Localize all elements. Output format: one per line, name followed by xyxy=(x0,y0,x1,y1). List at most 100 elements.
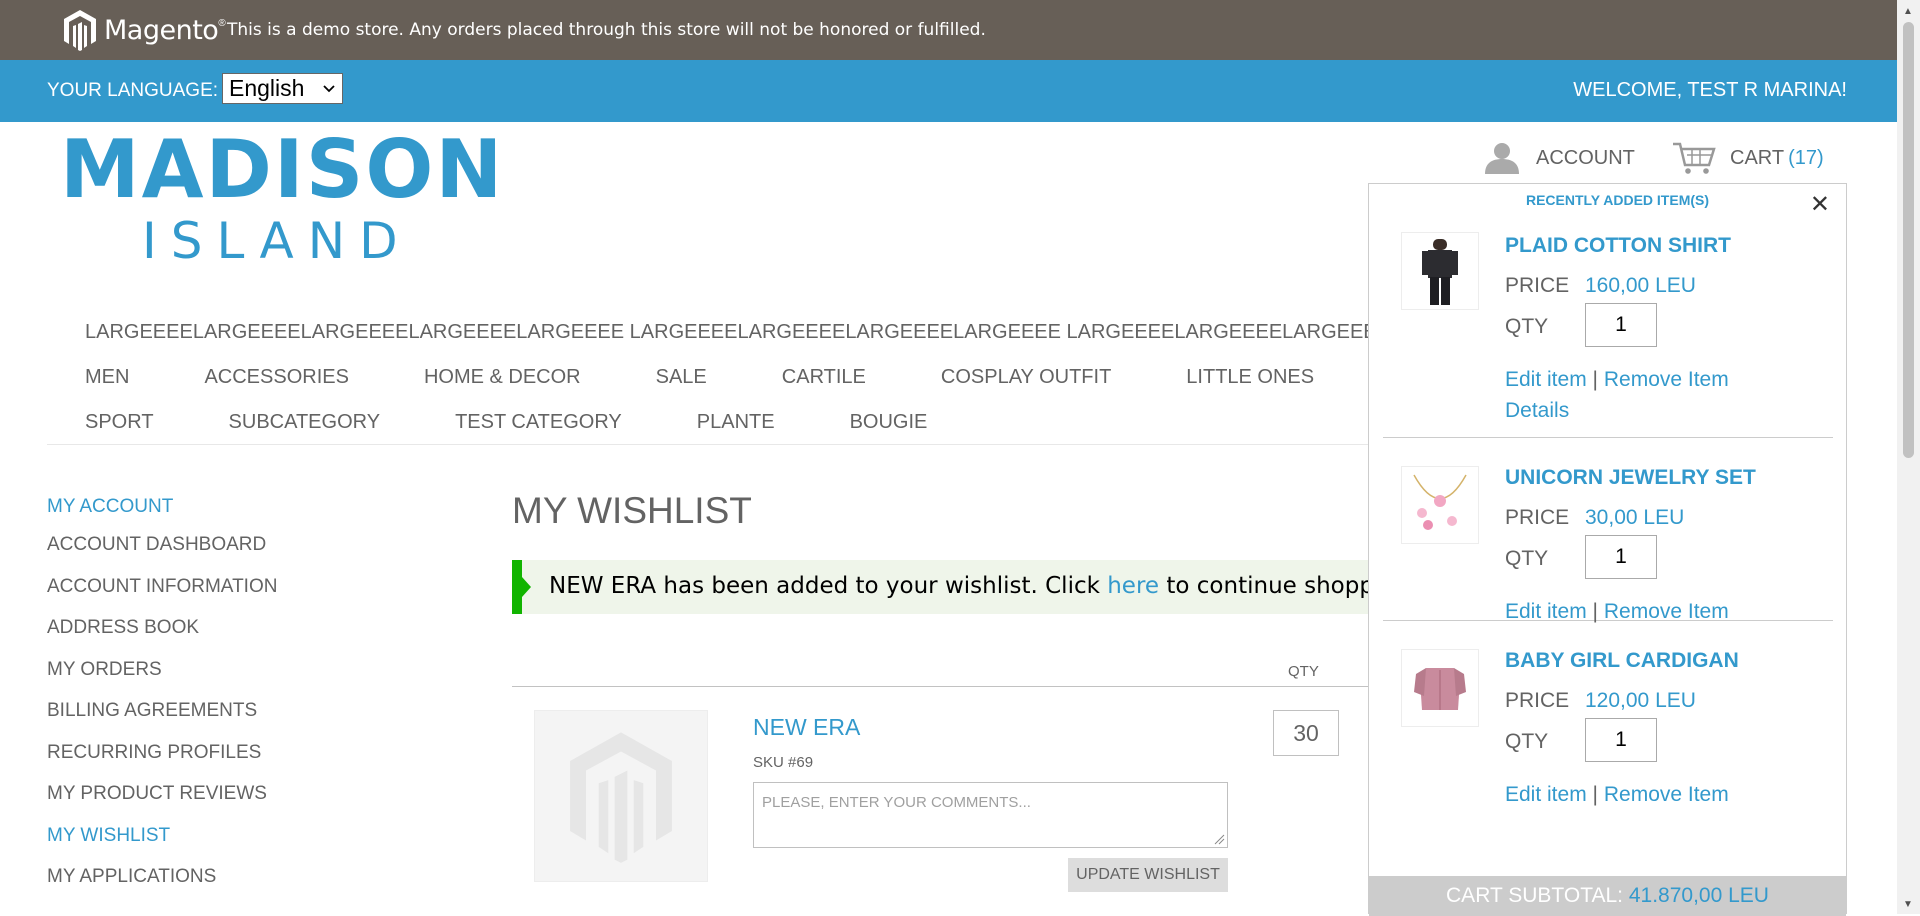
update-wishlist-button[interactable]: UPDATE WISHLIST xyxy=(1068,858,1228,892)
nav-item-little-ones[interactable]: LITTLE ONES xyxy=(1186,366,1314,389)
page-scrollbar[interactable]: ▲ ▼ xyxy=(1897,0,1920,914)
edit-item-link[interactable]: Edit item xyxy=(1505,368,1587,391)
action-separator: | xyxy=(1592,600,1599,623)
nav-item-accessories[interactable]: ACCESSORIES xyxy=(204,366,348,389)
minicart-item-price: 30,00 LEU xyxy=(1585,506,1685,529)
nav-item-cartile[interactable]: CARTILE xyxy=(782,366,866,389)
sidebar-item-recurring-profiles[interactable]: RECURRING PROFILES xyxy=(47,742,277,784)
nav-item-home-decor[interactable]: HOME & DECOR xyxy=(424,366,581,389)
sidebar-item-my-product-reviews[interactable]: MY PRODUCT REVIEWS xyxy=(47,783,277,825)
nav-item-subcategory[interactable]: SUBCATEGORY xyxy=(229,411,381,434)
minicart-qty-label: QTY xyxy=(1505,730,1549,753)
cart-subtotal-label: CART SUBTOTAL: xyxy=(1446,884,1624,907)
logo-line-island: ISLAND xyxy=(142,212,412,270)
minicart-item-name[interactable]: BABY GIRL CARDIGAN xyxy=(1505,649,1739,673)
wishlist-qty-input[interactable]: 30 xyxy=(1273,710,1339,756)
product-name-link[interactable]: NEW ERA xyxy=(753,714,860,741)
nav-row-primary: MEN ACCESSORIES HOME & DECOR SALE CARTILE COS… xyxy=(85,366,1389,389)
language-label: YOUR LANGUAGE: xyxy=(47,80,219,101)
minicart-item-price: 160,00 LEU xyxy=(1585,274,1696,297)
minicart-item-actions: Edit item | Remove Item xyxy=(1505,368,1729,392)
minicart-title: RECENTLY ADDED ITEM(S) xyxy=(1525,192,1710,208)
magento-logo: Magento ® xyxy=(62,6,226,54)
remove-item-link[interactable]: Remove Item xyxy=(1604,783,1729,806)
action-separator: | xyxy=(1592,368,1599,391)
minicart-qty-label: QTY xyxy=(1505,547,1549,570)
minicart-item-thumbnail[interactable] xyxy=(1401,466,1479,544)
magento-icon xyxy=(64,10,96,51)
action-separator: | xyxy=(1592,783,1599,806)
success-message-text-before: NEW ERA has been added to your wishlist.… xyxy=(549,573,1108,599)
success-message-text-after: to continue shopping. xyxy=(1166,573,1372,599)
sidebar-item-my-applications[interactable]: MY APPLICATIONS xyxy=(47,866,277,908)
edit-item-link[interactable]: Edit item xyxy=(1505,600,1587,623)
minicart-item-actions: Edit item | Remove Item xyxy=(1505,783,1729,807)
remove-item-link[interactable]: Remove Item xyxy=(1604,368,1729,391)
minicart-item-thumbnail[interactable] xyxy=(1401,232,1479,310)
nav-item-sale[interactable]: SALE xyxy=(656,366,707,389)
cart-subtotal: CART SUBTOTAL: 41.870,00 LEU xyxy=(1369,876,1846,916)
continue-shopping-link[interactable]: here xyxy=(1107,573,1159,599)
sidebar-item-account-dashboard[interactable]: ACCOUNT DASHBOARD xyxy=(47,534,277,576)
minicart-qty-label: QTY xyxy=(1505,315,1549,338)
sidebar-item-my-orders[interactable]: MY ORDERS xyxy=(47,659,277,701)
page-title: MY WISHLIST xyxy=(512,490,752,531)
nav-item-largeeee[interactable]: LARGEEEELARGEEEELARGEEEELARGEEEELARGEEEE… xyxy=(85,321,1498,344)
comment-textarea[interactable]: PLEASE, ENTER YOUR COMMENTS... xyxy=(753,782,1228,848)
minicart-item-price: 120,00 LEU xyxy=(1585,689,1696,712)
cart-link[interactable]: CART (17) xyxy=(1672,141,1824,175)
product-sku: SKU #69 xyxy=(753,754,814,771)
nav-row-secondary: SPORT SUBCATEGORY TEST CATEGORY PLANTE BOUGI… xyxy=(85,411,1002,434)
nav-item-men[interactable]: MEN xyxy=(85,366,129,389)
sidebar-item-account-information[interactable]: ACCOUNT INFORMATION xyxy=(47,576,277,618)
minicart-price-label: PRICE xyxy=(1505,689,1570,712)
account-label: ACCOUNT xyxy=(1536,146,1635,169)
scroll-down-arrow-icon[interactable]: ▼ xyxy=(1903,899,1913,910)
success-indicator-arrow xyxy=(522,577,531,597)
minicart-item-name[interactable]: UNICORN JEWELRY SET xyxy=(1505,466,1756,490)
scroll-up-arrow-icon[interactable]: ▲ xyxy=(1903,6,1913,17)
close-icon[interactable]: ✕ xyxy=(1810,190,1830,219)
cart-count: (17) xyxy=(1788,146,1824,169)
minicart-item-thumbnail[interactable] xyxy=(1401,649,1479,727)
minicart-item: BABY GIRL CARDIGAN PRICE 120,00 LEU QTY … xyxy=(1383,621,1833,821)
product-image-placeholder[interactable] xyxy=(534,710,708,882)
item-details-link[interactable]: Details xyxy=(1505,399,1569,423)
resize-grip-icon[interactable] xyxy=(1213,833,1225,845)
nav-item-test-category[interactable]: TEST CATEGORY xyxy=(455,411,622,434)
account-link[interactable]: ACCOUNT xyxy=(1482,141,1635,175)
minicart-price-label: PRICE xyxy=(1505,274,1570,297)
sidebar-item-billing-agreements[interactable]: BILLING AGREEMENTS xyxy=(47,700,277,742)
qty-column-header: QTY xyxy=(1288,663,1319,680)
nav-item-bougie[interactable]: BOUGIE xyxy=(850,411,928,434)
nav-item-sport[interactable]: SPORT xyxy=(85,411,154,434)
cart-subtotal-value: 41.870,00 LEU xyxy=(1628,884,1769,907)
store-logo[interactable]: MADISON ISLAND xyxy=(60,123,505,270)
welcome-message: WELCOME, TEST R MARINA! xyxy=(1573,79,1847,101)
language-select[interactable]: English xyxy=(222,73,343,104)
sidebar-item-address-book[interactable]: ADDRESS BOOK xyxy=(47,617,277,659)
logo-line-madison: MADISON xyxy=(60,123,505,216)
nav-divider xyxy=(47,444,1447,445)
cart-label: CART xyxy=(1730,146,1785,169)
demo-notice-bar: Magento ® This is a demo store. Any order… xyxy=(0,0,1897,60)
magento-placeholder-icon xyxy=(570,732,672,863)
wishlist-table-divider xyxy=(512,686,1372,687)
scrollbar-thumb[interactable] xyxy=(1903,22,1914,458)
minicart-item-name[interactable]: PLAID COTTON SHIRT xyxy=(1505,234,1731,258)
sidebar-item-my-wishlist[interactable]: MY WISHLIST xyxy=(47,825,277,867)
chevron-down-icon xyxy=(323,84,335,92)
minicart-item-qty-input[interactable]: 1 xyxy=(1585,535,1657,579)
minicart-dropdown: RECENTLY ADDED ITEM(S) ✕ PLAID COTTON SH… xyxy=(1368,183,1847,916)
minicart-item-qty-input[interactable]: 1 xyxy=(1585,718,1657,762)
sidebar-title: MY ACCOUNT xyxy=(47,496,174,517)
account-sidebar: MY ACCOUNT ACCOUNT DASHBOARD ACCOUNT INF… xyxy=(47,496,277,908)
cart-icon xyxy=(1673,142,1716,174)
nav-item-plante[interactable]: PLANTE xyxy=(697,411,775,434)
minicart-item-qty-input[interactable]: 1 xyxy=(1585,303,1657,347)
nav-item-cosplay-outfit[interactable]: COSPLAY OUTFIT xyxy=(941,366,1111,389)
success-message: NEW ERA has been added to your wishlist.… xyxy=(512,560,1372,614)
language-selected-value: English xyxy=(229,75,305,101)
edit-item-link[interactable]: Edit item xyxy=(1505,783,1587,806)
remove-item-link[interactable]: Remove Item xyxy=(1604,600,1729,623)
